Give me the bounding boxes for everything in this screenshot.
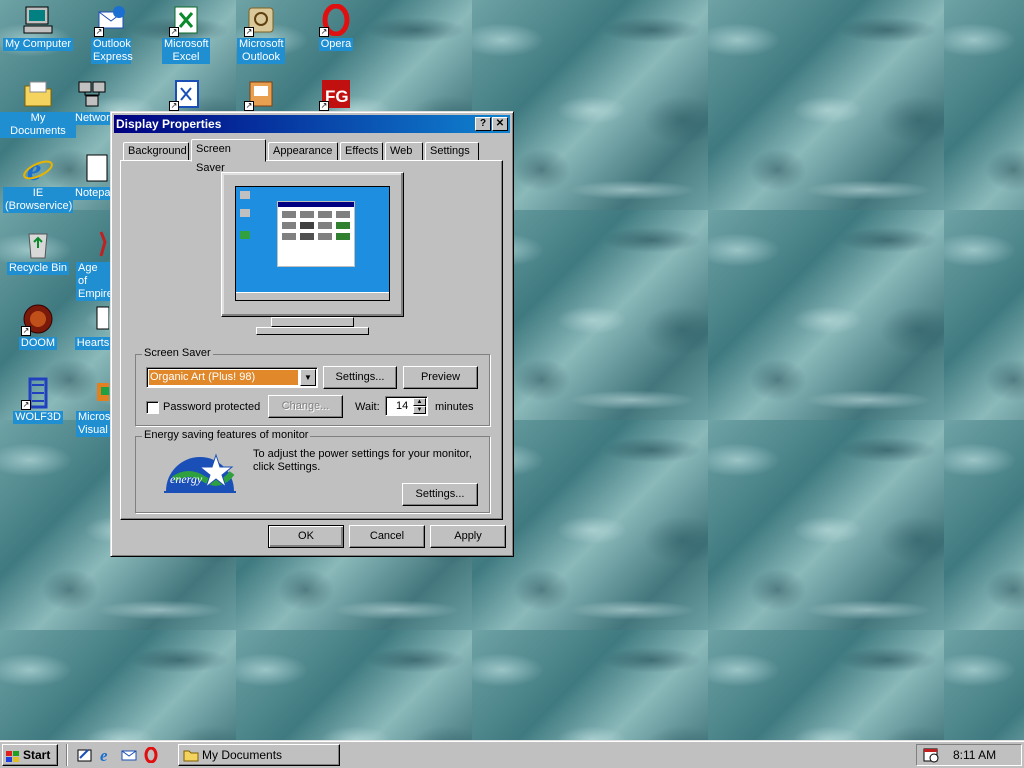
document-icon: ↗ (169, 78, 202, 111)
desktop-icon-age-of-empires[interactable]: Age of Empires (73, 228, 113, 301)
screen-saver-group: Screen Saver Organic Art (Plus! 98) ▼ Se… (135, 347, 490, 426)
cancel-button[interactable]: Cancel (349, 525, 425, 548)
password-protected-label[interactable]: Password protected (163, 400, 260, 414)
windows-logo-icon (6, 749, 20, 762)
desktop-icon-generic[interactable]: ↗ (148, 78, 224, 112)
hearts-icon (77, 303, 110, 335)
recycle-bin-icon (22, 228, 54, 260)
screen-saver-settings-button[interactable]: Settings... (323, 366, 397, 389)
shortcut-arrow-icon: ↗ (244, 101, 254, 111)
tab-web[interactable]: Web (385, 142, 423, 161)
wait-label: Wait: (355, 401, 380, 413)
excel-icon: ↗ (169, 4, 202, 37)
shortcut-arrow-icon: ↗ (319, 27, 329, 37)
monitor-preview (221, 172, 404, 352)
notepad-icon (77, 153, 109, 185)
display-properties-window[interactable]: Display Properties ? ✕ Background Screen… (110, 111, 514, 557)
internet-explorer-icon[interactable]: e (99, 746, 115, 765)
folder-icon (183, 748, 199, 762)
taskbar-button-my-documents[interactable]: My Documents (178, 744, 340, 766)
shortcut-arrow-icon: ↗ (169, 101, 179, 111)
chevron-down-icon[interactable]: ▼ (300, 369, 316, 386)
scheduler-icon[interactable] (923, 747, 939, 763)
wait-minutes-input[interactable]: 14 ▲ ▼ (385, 396, 428, 416)
network-icon (77, 78, 109, 110)
window-title: Display Properties (116, 117, 222, 131)
desktop-icon-wolf3d[interactable]: ↗ WOLF3D (0, 377, 76, 424)
desktop-icon-opera[interactable]: ↗ Opera (298, 3, 374, 51)
tab-effects[interactable]: Effects (340, 142, 383, 161)
age-of-empires-icon (77, 228, 109, 260)
tab-settings[interactable]: Settings (425, 142, 479, 161)
clock[interactable]: 8:11 AM (953, 745, 996, 765)
change-password-button: Change... (268, 395, 343, 418)
fg-app-icon: FG ↗ (319, 78, 352, 111)
outlook-icon: ↗ (244, 4, 277, 37)
my-computer-icon (22, 4, 54, 36)
wait-minutes-value: 14 (396, 400, 409, 412)
screen-saver-select[interactable]: Organic Art (Plus! 98) ▼ (146, 367, 318, 388)
screen-saver-panel: Screen Saver Organic Art (Plus! 98) ▼ Se… (120, 160, 503, 520)
opera-icon: ↗ (319, 3, 352, 37)
shortcut-arrow-icon: ↗ (319, 101, 329, 111)
energy-star-logo: energy (164, 449, 236, 493)
desktop-icon-excel[interactable]: ↗ Microsoft Excel (148, 4, 224, 64)
desktop-icon-powerpoint[interactable]: ↗ (223, 78, 299, 112)
energy-group: Energy saving features of monitor energy… (135, 429, 490, 513)
preview-screen (235, 186, 390, 301)
desktop-icon-network[interactable]: Network Neighborhood (73, 78, 113, 125)
desktop-icon-recycle-bin[interactable]: Recycle Bin (0, 228, 76, 275)
taskbar: Start e My Documents 8:11 AM (0, 740, 1024, 768)
desktop-icon-ie[interactable]: e IE (Browservice) (0, 151, 76, 213)
shortcut-arrow-icon: ↗ (244, 27, 254, 37)
password-checkbox[interactable] (146, 401, 159, 414)
shortcut-arrow-icon: ↗ (21, 400, 31, 410)
desktop-icon-my-computer[interactable]: My Computer (0, 4, 76, 51)
screen-saver-select-value: Organic Art (Plus! 98) (148, 369, 299, 386)
desktop-icon-fg[interactable]: FG ↗ (298, 78, 374, 112)
folder-icon (22, 78, 54, 110)
start-label: Start (23, 748, 51, 762)
tab-appearance[interactable]: Appearance (268, 142, 338, 161)
quick-launch: e (66, 744, 166, 766)
doom-icon: ↗ (21, 303, 54, 336)
taskbar-task-label: My Documents (202, 748, 283, 762)
desktop-icon-hearts[interactable]: Hearts (73, 303, 113, 350)
outlook-express-icon[interactable] (121, 747, 137, 763)
ok-button[interactable]: OK (268, 525, 344, 548)
shortcut-arrow-icon: ↗ (21, 326, 31, 336)
shortcut-arrow-icon: ↗ (169, 27, 179, 37)
desktop-icon-outlook[interactable]: ↗ Microsoft Outlook (223, 4, 299, 64)
svg-text:e: e (100, 747, 108, 763)
desktop-icon-visual[interactable]: Microsoft Visual (73, 377, 113, 437)
title-bar[interactable]: Display Properties ? ✕ (114, 115, 510, 133)
preview-button[interactable]: Preview (403, 366, 478, 389)
show-desktop-icon[interactable] (77, 747, 93, 763)
help-button[interactable]: ? (475, 117, 491, 131)
powerpoint-icon: ↗ (244, 78, 277, 111)
spin-up-icon[interactable]: ▲ (413, 398, 426, 406)
spin-down-icon[interactable]: ▼ (413, 406, 426, 414)
energy-description: To adjust the power settings for your mo… (253, 448, 472, 473)
tab-screen-saver[interactable]: Screen Saver (191, 139, 266, 174)
wolf3d-icon: ↗ (21, 377, 54, 410)
outlook-express-icon: ↗ (94, 4, 127, 37)
shortcut-arrow-icon: ↗ (94, 27, 104, 37)
start-button[interactable]: Start (2, 744, 58, 766)
desktop-icon-doom[interactable]: ↗ DOOM (0, 303, 76, 350)
desktop-icon-notepad[interactable]: Notepad (73, 153, 113, 200)
desktop-icon-my-documents[interactable]: My Documents (0, 78, 76, 138)
apply-button[interactable]: Apply (430, 525, 506, 548)
system-tray: 8:11 AM (916, 744, 1022, 766)
tab-background[interactable]: Background (123, 142, 189, 161)
close-button[interactable]: ✕ (492, 117, 508, 131)
visual-studio-icon (77, 377, 109, 409)
opera-icon[interactable] (143, 746, 159, 764)
energy-settings-button[interactable]: Settings... (402, 483, 478, 506)
minutes-label: minutes (435, 401, 474, 413)
internet-explorer-icon: e (22, 151, 54, 187)
desktop-icon-outlook-express[interactable]: ↗ Outlook Express (73, 4, 149, 64)
svg-text:energy: energy (170, 472, 203, 486)
